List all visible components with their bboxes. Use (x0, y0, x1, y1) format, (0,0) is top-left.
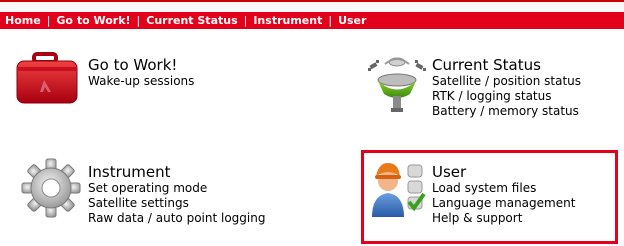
red-case-icon[interactable] (14, 52, 80, 106)
tile-instrument[interactable]: Instrument Set operating mode Satellite … (88, 163, 265, 226)
tile-link[interactable]: Satellite settings (88, 196, 265, 211)
nav-instrument[interactable]: Instrument (253, 14, 322, 27)
nav-current-status[interactable]: Current Status (146, 14, 237, 27)
nav-separator: | (243, 14, 248, 27)
nav-bar: Home | Go to Work! | Current Status | Instrume… (0, 12, 624, 29)
tile-link[interactable]: Battery / memory status (432, 104, 581, 119)
tile-link[interactable]: Language management (432, 196, 575, 211)
tile-current-status[interactable]: Current Status Satellite / position stat… (432, 56, 581, 119)
tile-link[interactable]: Set operating mode (88, 181, 265, 196)
nav-separator: | (136, 14, 141, 27)
tile-user[interactable]: User Load system files Language manageme… (432, 163, 575, 226)
tile-title[interactable]: Current Status (432, 56, 581, 74)
nav-home[interactable]: Home (5, 14, 41, 27)
gear-icon[interactable] (20, 157, 82, 219)
tile-title[interactable]: User (432, 163, 575, 181)
tile-link[interactable]: Satellite / position status (432, 74, 581, 89)
nav-separator: | (328, 14, 333, 27)
tile-title[interactable]: Instrument (88, 163, 265, 181)
nav-separator: | (46, 14, 51, 27)
tile-link[interactable]: RTK / logging status (432, 89, 581, 104)
tile-link[interactable]: Help & support (432, 211, 575, 226)
tile-title[interactable]: Go to Work! (88, 56, 194, 74)
tile-link[interactable]: Load system files (432, 181, 575, 196)
tile-go-to-work[interactable]: Go to Work! Wake-up sessions (88, 56, 194, 89)
tile-link[interactable]: Raw data / auto point logging (88, 211, 265, 226)
tile-link[interactable]: Wake-up sessions (88, 74, 194, 89)
nav-user[interactable]: User (338, 14, 366, 27)
antenna-satellite-icon[interactable] (366, 52, 428, 114)
nav-go-to-work[interactable]: Go to Work! (56, 14, 130, 27)
